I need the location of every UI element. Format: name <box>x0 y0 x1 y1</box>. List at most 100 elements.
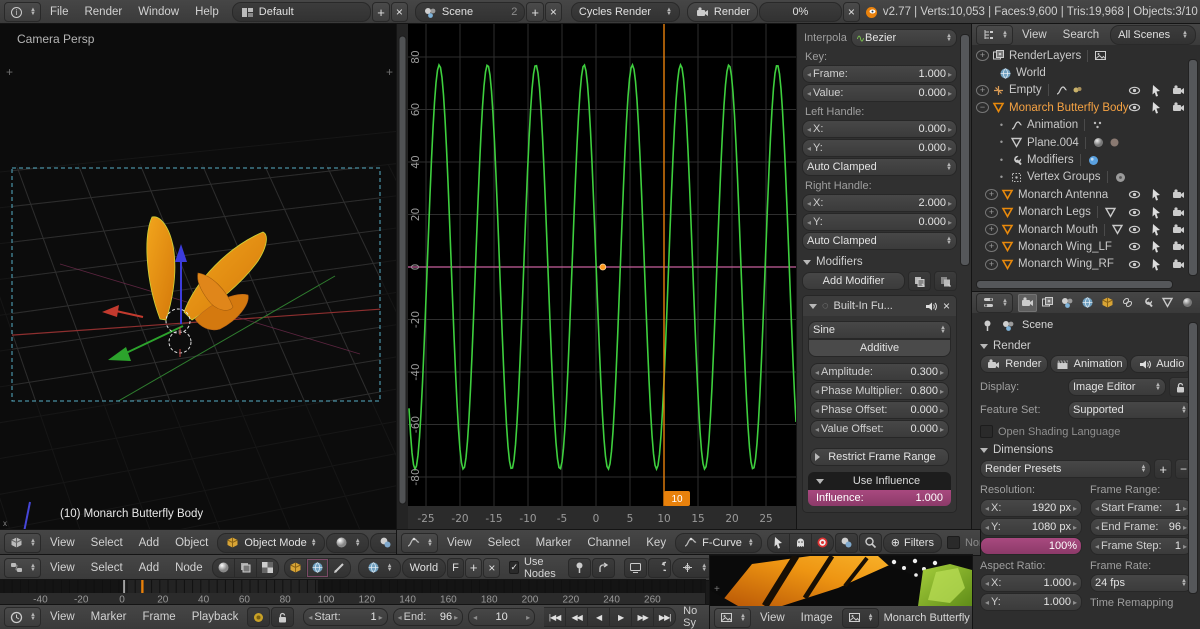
outliner-item-vertex-groups[interactable]: • Vertex Groups <box>972 169 1200 186</box>
outliner-item-monarch-legs[interactable]: + Monarch Legs <box>972 204 1200 221</box>
menu-item[interactable]: View <box>42 611 83 623</box>
camera-frame[interactable] <box>11 167 381 402</box>
outliner-item-plane-004[interactable]: • Plane.004 <box>972 134 1200 151</box>
editor-type-button[interactable]: ▲ ▼ <box>4 532 41 553</box>
expand-toggle-icon[interactable]: + <box>985 206 998 218</box>
resolution-y-field[interactable]: ◂ Y: 1080 px ▸ <box>980 518 1082 536</box>
osl-checkbox[interactable] <box>980 425 993 438</box>
renderable-camera-icon[interactable] <box>1171 223 1186 237</box>
transport-button[interactable]: ▶ <box>610 607 633 627</box>
resolution-percentage-slider[interactable]: 100% <box>980 537 1082 555</box>
properties-scrollbar[interactable] <box>1188 322 1198 594</box>
lock-icon[interactable] <box>271 607 295 627</box>
add-modifier-button[interactable]: Add Modifier <box>802 272 905 290</box>
render-engine-select[interactable]: Cycles Render ▲ ▼ <box>570 2 680 22</box>
selectable-cursor-icon[interactable] <box>1149 83 1164 97</box>
menu-item[interactable]: Marker <box>528 537 580 549</box>
phase-offset-field[interactable]: ◂ Phase Offset: 0.000 ▸ <box>810 401 949 419</box>
menu-item[interactable]: Add <box>131 537 167 549</box>
fake-user-button[interactable]: F <box>447 557 464 578</box>
editor-type-button[interactable]: ▲ ▼ <box>4 557 41 578</box>
menu-item[interactable]: Key <box>638 537 674 549</box>
graph-editor[interactable]: 10 -25 -20 -15 -10 -5 0 5 10 15 20 25 80 60 40 20 0 -20 -4… <box>397 24 797 530</box>
phase-multiplier-field[interactable]: ◂ Phase Multiplier: 0.800 ▸ <box>810 382 949 400</box>
menu-item[interactable]: View <box>42 562 83 574</box>
normalize-toggle[interactable]: Normalize <box>946 536 980 549</box>
pin-icon[interactable] <box>980 318 995 332</box>
paste-modifier-icon[interactable] <box>934 271 957 291</box>
filters-button[interactable]: ⊕ Filters <box>882 532 942 553</box>
use-nodes-toggle[interactable]: ✓ Use Nodes <box>509 556 559 580</box>
start-frame-field[interactable]: ◂ Start Frame: 1 ▸ <box>1090 499 1192 517</box>
normalize-target-icon[interactable] <box>811 532 834 553</box>
use-influence-toggle[interactable]: Use Influence <box>808 472 951 490</box>
value-offset-field[interactable]: ◂ Value Offset: 0.000 ▸ <box>810 420 949 438</box>
key-value-field[interactable]: ◂ Value: 0.000 ▸ <box>802 84 957 102</box>
expand-toggle-icon[interactable]: + <box>976 84 989 96</box>
render-button[interactable]: Render <box>686 2 758 22</box>
outliner-item-empty[interactable]: + Empty <box>972 82 1200 99</box>
menu-item[interactable]: View <box>439 537 480 549</box>
zoom-tool-icon[interactable] <box>858 532 882 553</box>
selectable-cursor-icon[interactable] <box>1149 205 1164 219</box>
editor-type-button[interactable]: ▲ ▼ <box>714 607 751 628</box>
tab-constraints[interactable] <box>1118 294 1137 312</box>
world-shader-icon[interactable] <box>306 557 329 578</box>
menu-item[interactable]: Select <box>83 562 131 574</box>
outliner-item-monarch-wing-rf[interactable]: + Monarch Wing_RF <box>972 256 1200 273</box>
keyframe-point[interactable] <box>599 263 607 271</box>
menu-item[interactable]: Search <box>1055 29 1107 41</box>
function-select[interactable]: Sine ▲ ▼ <box>808 321 951 339</box>
interpolation-select[interactable]: ∿ Bezier ▲ ▼ <box>850 29 957 47</box>
shading-select[interactable]: ▲ ▼ <box>325 532 369 553</box>
key-frame-field[interactable]: ◂ Frame: 1.000 ▸ <box>802 65 957 83</box>
auto-keyframe-icon[interactable] <box>247 607 271 627</box>
transport-button[interactable]: ◀◀ <box>566 607 589 627</box>
menu-item[interactable]: View <box>42 537 83 549</box>
end-frame-field[interactable]: ◂ End: 96 ▸ <box>392 608 464 626</box>
frame-step-field[interactable]: ◂ Frame Step: 1 ▸ <box>1090 537 1192 555</box>
menu-item[interactable]: Add <box>131 562 167 574</box>
outliner-item-monarch-butterfly-body[interactable]: − Monarch Butterfly Body <box>972 99 1200 116</box>
renderable-camera-icon[interactable] <box>1171 205 1186 219</box>
menu-item[interactable]: File <box>42 6 77 18</box>
viewport-3d[interactable]: x + + Camera Persp (10) Monarch Butterfl… <box>0 24 397 530</box>
world-name-field[interactable]: World <box>401 557 447 578</box>
pin-node-tree-icon[interactable] <box>568 557 592 578</box>
renderable-camera-icon[interactable] <box>1171 257 1186 271</box>
snap-select[interactable]: ▲ ▼ <box>672 557 716 578</box>
render-panel-header[interactable]: Render <box>980 340 1196 352</box>
screen-layout-select[interactable]: Default <box>231 2 372 22</box>
delete-modifier-icon[interactable]: × <box>943 299 950 313</box>
outliner-hscrollbar[interactable] <box>976 280 1173 289</box>
add-preset-button[interactable]: + <box>1154 459 1172 479</box>
menu-item[interactable]: Object <box>167 537 216 549</box>
resolution-x-field[interactable]: ◂ X: 1920 px ▸ <box>980 499 1082 517</box>
visibility-eye-icon[interactable] <box>1127 257 1142 271</box>
tab-render[interactable] <box>1017 293 1037 312</box>
menu-item[interactable]: Node <box>167 562 211 574</box>
aspect-y-field[interactable]: ◂ Y: 1.000 ▸ <box>980 593 1082 611</box>
tab-object[interactable] <box>1098 294 1117 312</box>
end-frame-field[interactable]: ◂ End Frame: 96 ▸ <box>1090 518 1192 536</box>
outliner-item-renderlayers[interactable]: + RenderLayers <box>972 47 1200 64</box>
menu-item[interactable]: Marker <box>83 611 135 623</box>
scene-select[interactable]: Scene 2 <box>414 2 526 22</box>
modifiers-panel-header[interactable]: Modifiers <box>803 256 956 268</box>
left-handle-y-field[interactable]: ◂ Y: 0.000 ▸ <box>802 139 957 157</box>
editor-type-button[interactable]: i ▲ ▼ <box>4 2 41 22</box>
copy-modifier-icon[interactable] <box>908 271 931 291</box>
right-handle-type-select[interactable]: Auto Clamped ▲ ▼ <box>802 232 957 250</box>
outliner-item-monarch-antenna[interactable]: + Monarch Antenna <box>972 186 1200 203</box>
proportional-edit-icon[interactable] <box>834 532 858 553</box>
backdrop-icon[interactable] <box>624 557 648 578</box>
aspect-x-field[interactable]: ◂ X: 1.000 ▸ <box>980 574 1082 592</box>
ghost-curves-icon[interactable] <box>789 532 812 553</box>
render-audio-button[interactable]: Audio <box>1129 355 1192 373</box>
outliner-item-monarch-wing-lf[interactable]: + Monarch Wing_LF <box>972 238 1200 255</box>
editor-type-button[interactable]: ▲ ▼ <box>401 532 438 553</box>
editor-type-button[interactable]: ▲ ▼ <box>976 24 1013 45</box>
expand-toggle-icon[interactable]: + <box>976 50 989 62</box>
render-presets-select[interactable]: Render Presets ▲ ▼ <box>980 460 1152 478</box>
menu-item[interactable]: Select <box>480 537 528 549</box>
